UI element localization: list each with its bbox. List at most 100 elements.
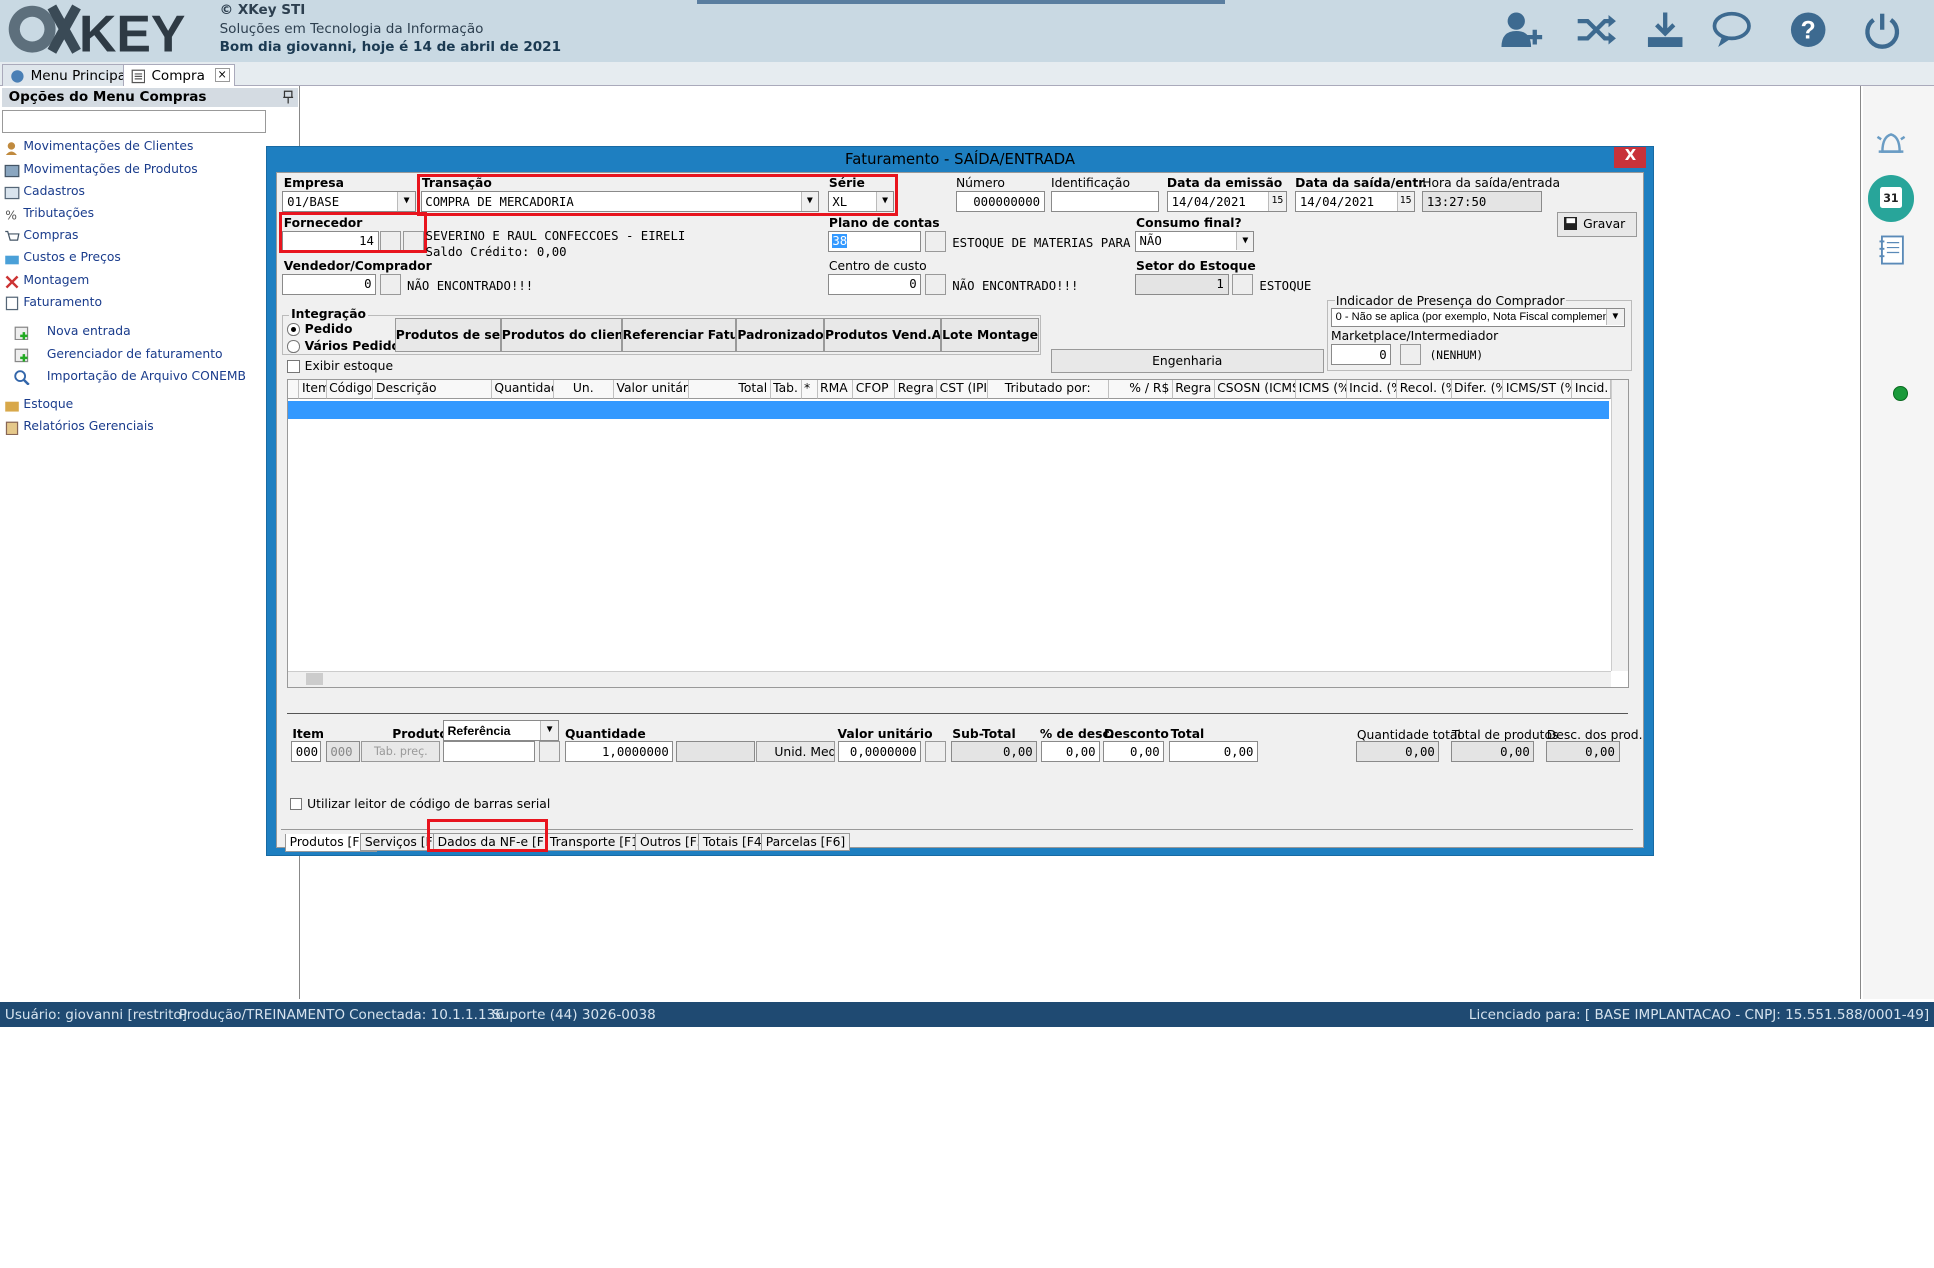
- grid-col-header[interactable]: Valor unitário: [614, 379, 690, 400]
- grid-col-header[interactable]: RMA: [817, 379, 854, 400]
- indicador-select[interactable]: 0 - Não se aplica (por exemplo, Nota Fis…: [1330, 308, 1625, 327]
- varios-pedidos-radio[interactable]: [287, 340, 300, 353]
- tab-compra[interactable]: Compra ×: [123, 64, 236, 87]
- tab-menu-principal[interactable]: Menu Principal: [2, 64, 136, 87]
- items-grid[interactable]: Item Código Descrição Quantidade Un. Val…: [287, 378, 1630, 689]
- data-emissao-input[interactable]: 14/04/2021 15: [1166, 191, 1287, 213]
- unid-med-button[interactable]: Unid. Med.: [756, 741, 836, 763]
- vertical-scrollbar[interactable]: [1610, 379, 1628, 671]
- grid-col-header[interactable]: CSOSN (ICMS): [1214, 379, 1297, 400]
- engenharia-button[interactable]: Engenharia: [1050, 349, 1324, 373]
- data-saida-input[interactable]: 14/04/2021 15: [1295, 191, 1415, 213]
- grid-col-header[interactable]: Recol. (%): [1397, 379, 1452, 400]
- grid-col-header[interactable]: Regra: [895, 379, 938, 400]
- gravar-button[interactable]: Gravar: [1556, 212, 1637, 237]
- horizontal-scrollbar[interactable]: [288, 670, 1611, 687]
- lookup-icon[interactable]: [925, 273, 947, 295]
- referencia-select[interactable]: Referência ▼: [442, 720, 559, 742]
- valor-unitario-input[interactable]: 0,0000000: [837, 741, 922, 763]
- exibir-estoque-checkbox[interactable]: [287, 360, 300, 373]
- shuffle-icon[interactable]: [1574, 10, 1618, 49]
- add-user-icon[interactable]: [1499, 10, 1543, 49]
- desconto-input[interactable]: 0,00: [1102, 741, 1165, 763]
- setor-estoque-input[interactable]: 1: [1134, 273, 1229, 295]
- sidebar-item-estoque[interactable]: Estoque: [4, 397, 73, 417]
- grid-col-header[interactable]: Quantidade: [491, 379, 554, 400]
- plano-contas-input[interactable]: 38: [827, 230, 922, 252]
- grid-col-header[interactable]: Descrição: [373, 379, 492, 400]
- padronizados-button[interactable]: Padronizados: [736, 318, 824, 352]
- grid-col-header[interactable]: Tab.: [770, 379, 802, 400]
- total-input[interactable]: 0,00: [1169, 741, 1259, 763]
- sidebar-item-custos-precos[interactable]: Custos e Preços: [4, 250, 121, 270]
- produtos-setor-button[interactable]: Produtos de setor: [394, 318, 501, 352]
- vendedor-input[interactable]: 0: [282, 273, 377, 295]
- grid-col-header[interactable]: Regra: [1172, 379, 1215, 400]
- lookup-icon[interactable]: [539, 741, 560, 763]
- grid-col-header[interactable]: CST (IPI): [937, 379, 988, 400]
- notebook-icon[interactable]: [1877, 234, 1907, 266]
- grid-col-header[interactable]: Un.: [553, 379, 615, 400]
- centro-custo-input[interactable]: 0: [827, 273, 922, 295]
- alarm-bell-icon[interactable]: [1875, 127, 1907, 159]
- item-input[interactable]: 000: [291, 741, 321, 763]
- scroll-thumb[interactable]: [305, 672, 323, 686]
- grid-selected-row[interactable]: [288, 400, 1610, 420]
- referenciar-fatur-button[interactable]: Referenciar Fatur.: [621, 318, 737, 352]
- lookup-icon[interactable]: [925, 230, 947, 252]
- pedido-radio[interactable]: [287, 323, 300, 336]
- chat-icon[interactable]: [1712, 10, 1756, 49]
- sidebar-item-relatorios[interactable]: Relatórios Gerenciais: [4, 419, 154, 439]
- sidebar-item-compras[interactable]: Compras: [4, 228, 78, 248]
- sidebar-item-cadastros[interactable]: Cadastros: [4, 184, 85, 204]
- tab-prec-button[interactable]: Tab. preç.: [361, 741, 441, 763]
- grid-col-header[interactable]: *: [801, 379, 818, 400]
- grid-col-header[interactable]: Incid. (%): [1346, 379, 1398, 400]
- close-tab-icon[interactable]: ×: [214, 67, 230, 83]
- grid-col-header[interactable]: ICMS/ST (%): [1503, 379, 1573, 400]
- lookup-icon[interactable]: [1400, 344, 1421, 366]
- calendar-small-icon[interactable]: 15: [1268, 192, 1286, 211]
- calculator-icon[interactable]: [925, 741, 947, 763]
- consumo-final-select[interactable]: NÃO ▼: [1134, 230, 1255, 252]
- grid-col-header[interactable]: % / R$: [1108, 379, 1173, 400]
- grid-col-header[interactable]: Código: [326, 379, 374, 400]
- grid-col-header[interactable]: Total: [689, 379, 771, 400]
- numero-input[interactable]: 000000000: [955, 191, 1045, 213]
- hora-input[interactable]: 13:27:50: [1422, 191, 1542, 213]
- desc-pct-input[interactable]: 0,00: [1041, 741, 1101, 763]
- marketplace-input[interactable]: 0: [1330, 344, 1392, 366]
- calendar-button[interactable]: 31: [1867, 175, 1915, 222]
- lote-montagem-button[interactable]: Lote Montagem: [941, 318, 1039, 352]
- power-icon[interactable]: [1860, 10, 1904, 49]
- grid-col-header[interactable]: Tributado por:: [987, 379, 1109, 400]
- lookup-icon[interactable]: [1232, 273, 1254, 295]
- lookup-icon[interactable]: [379, 273, 401, 295]
- quantidade-input[interactable]: 1,0000000: [564, 741, 674, 763]
- sidebar-search-input[interactable]: [2, 109, 267, 134]
- sidebar-subitem-nova-entrada[interactable]: Nova entrada: [14, 324, 131, 344]
- sidebar-item-montagem[interactable]: Montagem: [4, 273, 89, 293]
- sidebar-subitem-gerenciador[interactable]: Gerenciador de faturamento: [14, 347, 223, 367]
- grid-col-header[interactable]: ICMS (%): [1296, 379, 1347, 400]
- sidebar-subitem-importacao-conemb[interactable]: Importação de Arquivo CONEMB: [13, 369, 246, 389]
- leitor-checkbox[interactable]: [289, 798, 303, 811]
- produtos-cliente-button[interactable]: Produtos do cliente: [500, 318, 622, 352]
- close-button[interactable]: X: [1614, 146, 1647, 168]
- identificacao-input[interactable]: [1050, 191, 1160, 213]
- download-icon[interactable]: [1643, 10, 1687, 49]
- pin-icon[interactable]: [282, 90, 294, 104]
- help-icon[interactable]: ?: [1786, 10, 1830, 49]
- grid-col-header[interactable]: Difer. (%): [1451, 379, 1504, 400]
- tab-parcelas[interactable]: Parcelas [F6]: [761, 832, 850, 852]
- produto-input[interactable]: [442, 741, 536, 763]
- sidebar-item-faturamento[interactable]: Faturamento: [4, 295, 102, 315]
- calendar-small-icon[interactable]: 15: [1396, 192, 1414, 211]
- grid-col-header[interactable]: Item: [299, 379, 327, 400]
- sidebar-item-tributacoes[interactable]: % Tributações: [4, 206, 94, 226]
- produtos-vend-amb-button[interactable]: Produtos Vend.Amb: [823, 318, 942, 352]
- empresa-select[interactable]: 01/BASE ▼: [282, 191, 416, 213]
- sidebar-item-movimentacoes-clientes[interactable]: Movimentações de Clientes: [4, 139, 193, 159]
- grid-col-header[interactable]: Incid. (%: [1572, 379, 1611, 400]
- grid-col-header[interactable]: CFOP: [853, 379, 896, 400]
